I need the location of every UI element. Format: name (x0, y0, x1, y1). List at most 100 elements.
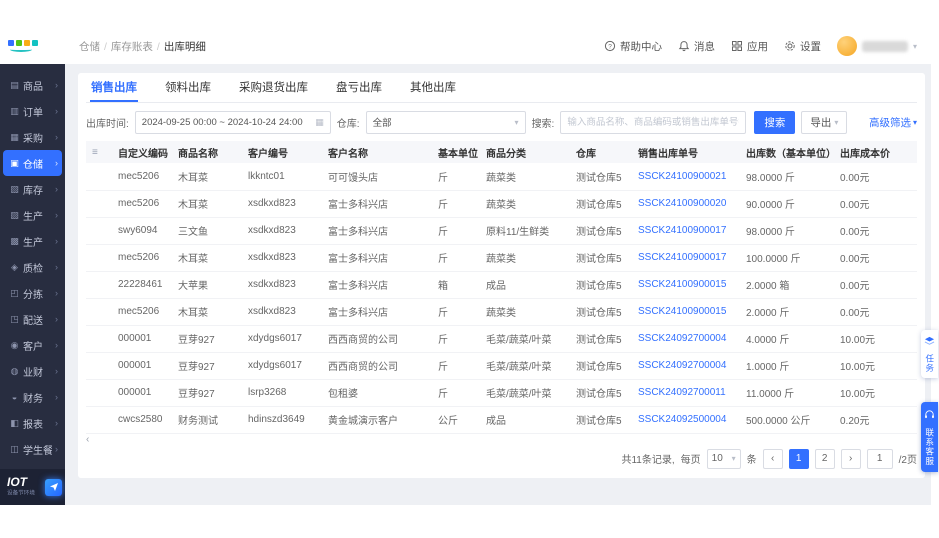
cell-order-number-link[interactable]: SSCK24092500004 (632, 406, 740, 434)
tab[interactable]: 其他出库 (409, 73, 457, 102)
sidebar-item[interactable]: ◳ 配送 (3, 306, 62, 332)
iot-subtitle: 设备节环境 (7, 490, 35, 497)
column-header: 基本单位 (432, 141, 480, 163)
scroll-left-arrow[interactable] (86, 429, 89, 447)
next-page-button[interactable] (840, 448, 861, 469)
page-number-button[interactable]: 1 (788, 448, 809, 469)
breadcrumb-item[interactable]: 库存账表 (111, 39, 160, 54)
cell-category: 毛菜/蔬菜/叶菜 (480, 352, 570, 380)
sidebar-item[interactable]: ▦ 采购 (3, 124, 62, 150)
tab[interactable]: 销售出库 (90, 73, 138, 102)
sidebar-item-label: 质检 (23, 263, 43, 275)
sidebar-item[interactable]: ◉ 客户 (3, 332, 62, 358)
chevron-right-icon (55, 314, 58, 325)
cell-order-number-link[interactable]: SSCK24100900021 (632, 163, 740, 191)
cell-category: 成品 (480, 271, 570, 299)
cell-category: 蔬菜类 (480, 163, 570, 191)
cell-outbound-qty: 2.0000 斤 (740, 298, 834, 326)
cell-custom-code: 22228461 (112, 271, 172, 299)
table-row: mec5206 木耳菜 xsdkxd823 富士多科兴店 斤 蔬菜类 测试仓库5… (86, 298, 917, 326)
sidebar-item[interactable]: ◧ 报表 (3, 410, 62, 436)
cell-order-number-link[interactable]: SSCK24092700004 (632, 325, 740, 353)
table-row: 000001 豆芽927 lsrp3268 包租婆 斤 毛菜/蔬菜/叶菜 测试仓… (86, 379, 917, 407)
cell-category: 成品 (480, 406, 570, 434)
cell-customer-code: xsdkxd823 (242, 298, 322, 326)
cell-base-unit: 斤 (432, 325, 480, 353)
cell-customer-code: xdydgs6017 (242, 325, 322, 353)
tab[interactable]: 采购退货出库 (238, 73, 309, 102)
date-range-value: 2024-09-25 00:00 ~ 2024-10-24 24:00 (141, 116, 303, 128)
settings-button[interactable]: 设置 (784, 39, 821, 54)
cell-warehouse: 测试仓库5 (570, 325, 632, 353)
cell-product-name: 木耳菜 (172, 190, 242, 218)
cell-customer-name: 黄金城演示客户 (322, 406, 432, 434)
sidebar-item[interactable]: ▥ 订单 (3, 98, 62, 124)
contact-support-button[interactable]: 联系客服 (921, 402, 938, 472)
column-settings-icon[interactable] (92, 147, 98, 158)
sidebar-item[interactable]: ◰ 分拣 (3, 280, 62, 306)
messages-label: 消息 (693, 40, 715, 53)
prev-page-button[interactable] (762, 448, 783, 469)
cell-order-number-link[interactable]: SSCK24100900015 (632, 271, 740, 299)
search-input[interactable] (560, 110, 747, 134)
tasks-float-button[interactable]: 任务 (921, 330, 938, 378)
sidebar-item[interactable]: ◫ 学生餐 (3, 436, 62, 462)
sidebar-item[interactable]: ▩ 生产 (3, 228, 62, 254)
per-page-select[interactable]: 10 (706, 448, 741, 469)
cell-customer-name: 富士多科兴店 (322, 244, 432, 272)
column-header: 自定义编码 (112, 141, 172, 163)
breadcrumb: 仓储库存账表出库明细 (79, 39, 206, 54)
svg-text:?: ? (608, 43, 612, 50)
export-button[interactable]: 导出 (801, 110, 848, 134)
apps-button[interactable]: 应用 (731, 39, 768, 54)
tab[interactable]: 盘亏出库 (335, 73, 383, 102)
sidebar-item-label: 客户 (23, 341, 43, 353)
messages-button[interactable]: 消息 (678, 39, 715, 54)
sidebar-item[interactable]: ◒ 财务 (3, 384, 62, 410)
date-range-input[interactable]: 2024-09-25 00:00 ~ 2024-10-24 24:00 (134, 110, 331, 134)
sidebar-item-icon: ◉ (10, 339, 19, 350)
row-leading-cell (86, 190, 112, 218)
cell-warehouse: 测试仓库5 (570, 406, 632, 434)
sidebar-item[interactable]: ◈ 质检 (3, 254, 62, 280)
sidebar-item[interactable]: ◍ 业财 (3, 358, 62, 384)
user-menu[interactable] (836, 36, 917, 56)
chevron-right-icon (55, 444, 58, 455)
column-header: 出库成本价 (834, 141, 917, 163)
search-button[interactable]: 搜索 (754, 110, 796, 134)
sidebar-item[interactable]: ▣ 仓储 (3, 150, 62, 176)
sidebar-item-label: 业财 (23, 367, 43, 379)
cell-order-number-link[interactable]: SSCK24100900017 (632, 217, 740, 245)
pagination: 共11条记录, 每页 10 条 12 1 /2页 (86, 443, 917, 475)
chevron-down-icon (515, 117, 519, 128)
user-name-masked (861, 40, 908, 52)
sidebar-item-icon: ▣ (10, 157, 19, 168)
app-logo (8, 40, 65, 52)
chevron-right-icon (55, 236, 58, 247)
breadcrumb-item[interactable]: 仓储 (79, 39, 107, 54)
help-center-button[interactable]: ? 帮助中心 (604, 39, 662, 54)
table-header: 自定义编码商品名称客户编号客户名称基本单位商品分类仓库销售出库单号出库数（基本单… (86, 141, 917, 163)
cell-order-number-link[interactable]: SSCK24100900020 (632, 190, 740, 218)
sidebar-item[interactable]: ▨ 生产 (3, 202, 62, 228)
page-jump-input[interactable]: 1 (866, 448, 893, 469)
chevron-right-icon (55, 80, 58, 91)
table-row: swy6094 三文鱼 xsdkxd823 富士多科兴店 斤 原料11/生鲜类 … (86, 217, 917, 245)
sidebar-item[interactable]: ▧ 库存 (3, 176, 62, 202)
cell-base-unit: 斤 (432, 298, 480, 326)
cell-order-number-link[interactable]: SSCK24100900015 (632, 298, 740, 326)
cell-customer-name: 西西商贸的公司 (322, 352, 432, 380)
column-header: 客户名称 (322, 141, 432, 163)
breadcrumb-item[interactable]: 出库明细 (164, 39, 206, 54)
chevron-right-icon (55, 418, 58, 429)
cell-order-number-link[interactable]: SSCK24092700011 (632, 379, 740, 407)
warehouse-select[interactable]: 全部 (365, 110, 526, 134)
cell-order-number-link[interactable]: SSCK24092700004 (632, 352, 740, 380)
advanced-filter-link[interactable]: 高级筛选 (869, 115, 917, 130)
page-number-button[interactable]: 2 (814, 448, 835, 469)
cell-product-name: 木耳菜 (172, 298, 242, 326)
sidebar-item-icon: ◳ (10, 313, 19, 324)
cell-order-number-link[interactable]: SSCK24100900017 (632, 244, 740, 272)
sidebar-item[interactable]: ▤ 商品 (3, 72, 62, 98)
tab[interactable]: 领料出库 (164, 73, 212, 102)
